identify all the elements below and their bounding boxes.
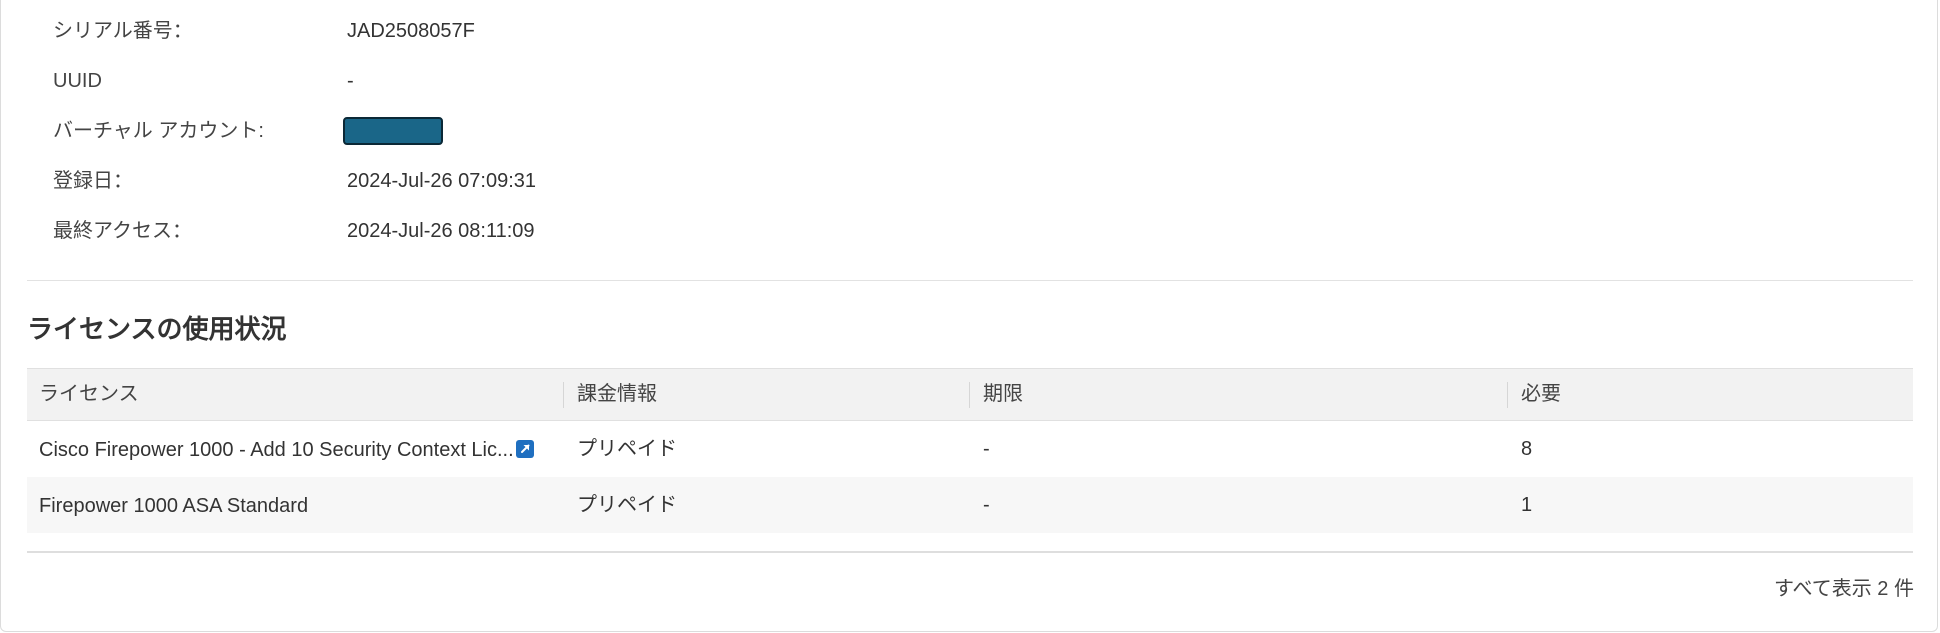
column-header-expiry[interactable]: 期限 (983, 369, 1023, 420)
show-all-count: すべて表示 2 件 (1773, 578, 1914, 600)
license-name: Firepower 1000 ASA Standard (39, 494, 309, 517)
registered-date-label: 登録日： (53, 170, 133, 192)
column-header-billing[interactable]: 課金情報 (577, 369, 657, 420)
expiry-cell: - (983, 438, 990, 460)
registered-date-value: 2024-Jul-26 07:09:31 (347, 170, 537, 192)
uuid-row: UUID - (53, 66, 953, 96)
registered-date-row: 登録日： 2024-Jul-26 07:09:31 (53, 166, 953, 196)
virtual-account-redacted (343, 117, 443, 145)
license-usage-title: ライセンスの使用状況 (27, 314, 287, 344)
required-cell: 8 (1521, 438, 1533, 460)
column-header-license[interactable]: ライセンス (39, 369, 139, 420)
external-link-icon[interactable] (515, 439, 534, 458)
serial-number-value: JAD2508057F (347, 20, 475, 42)
virtual-account-row: バーチャル アカウント: (53, 116, 953, 146)
serial-number-row: シリアル番号： JAD2508057F (53, 16, 953, 46)
table-row: Cisco Firepower 1000 - Add 10 Security C… (27, 421, 1913, 477)
billing-cell: プリペイド (577, 494, 677, 516)
table-bottom-border (27, 551, 1913, 553)
required-cell: 1 (1521, 494, 1533, 516)
virtual-account-label: バーチャル アカウント: (53, 120, 264, 142)
last-access-value: 2024-Jul-26 08:11:09 (347, 220, 535, 242)
uuid-value: - (347, 70, 354, 92)
table-row: Firepower 1000 ASA Standard プリペイド - 1 (27, 477, 1913, 533)
serial-number-label: シリアル番号： (53, 20, 193, 42)
section-divider (27, 280, 1913, 281)
expiry-cell: - (983, 494, 990, 516)
column-separator (1507, 382, 1508, 408)
license-cell: Firepower 1000 ASA Standard (39, 477, 569, 533)
last-access-label: 最終アクセス： (53, 220, 192, 242)
column-separator (563, 382, 564, 408)
billing-cell: プリペイド (577, 438, 677, 460)
license-cell: Cisco Firepower 1000 - Add 10 Security C… (39, 421, 569, 477)
column-header-required[interactable]: 必要 (1521, 369, 1561, 420)
last-access-row: 最終アクセス： 2024-Jul-26 08:11:09 (53, 216, 953, 246)
license-name-link[interactable]: Cisco Firepower 1000 - Add 10 Security C… (39, 422, 514, 477)
uuid-label: UUID (53, 70, 102, 92)
column-separator (969, 382, 970, 408)
table-header: ライセンス 課金情報 期限 必要 (27, 368, 1913, 421)
